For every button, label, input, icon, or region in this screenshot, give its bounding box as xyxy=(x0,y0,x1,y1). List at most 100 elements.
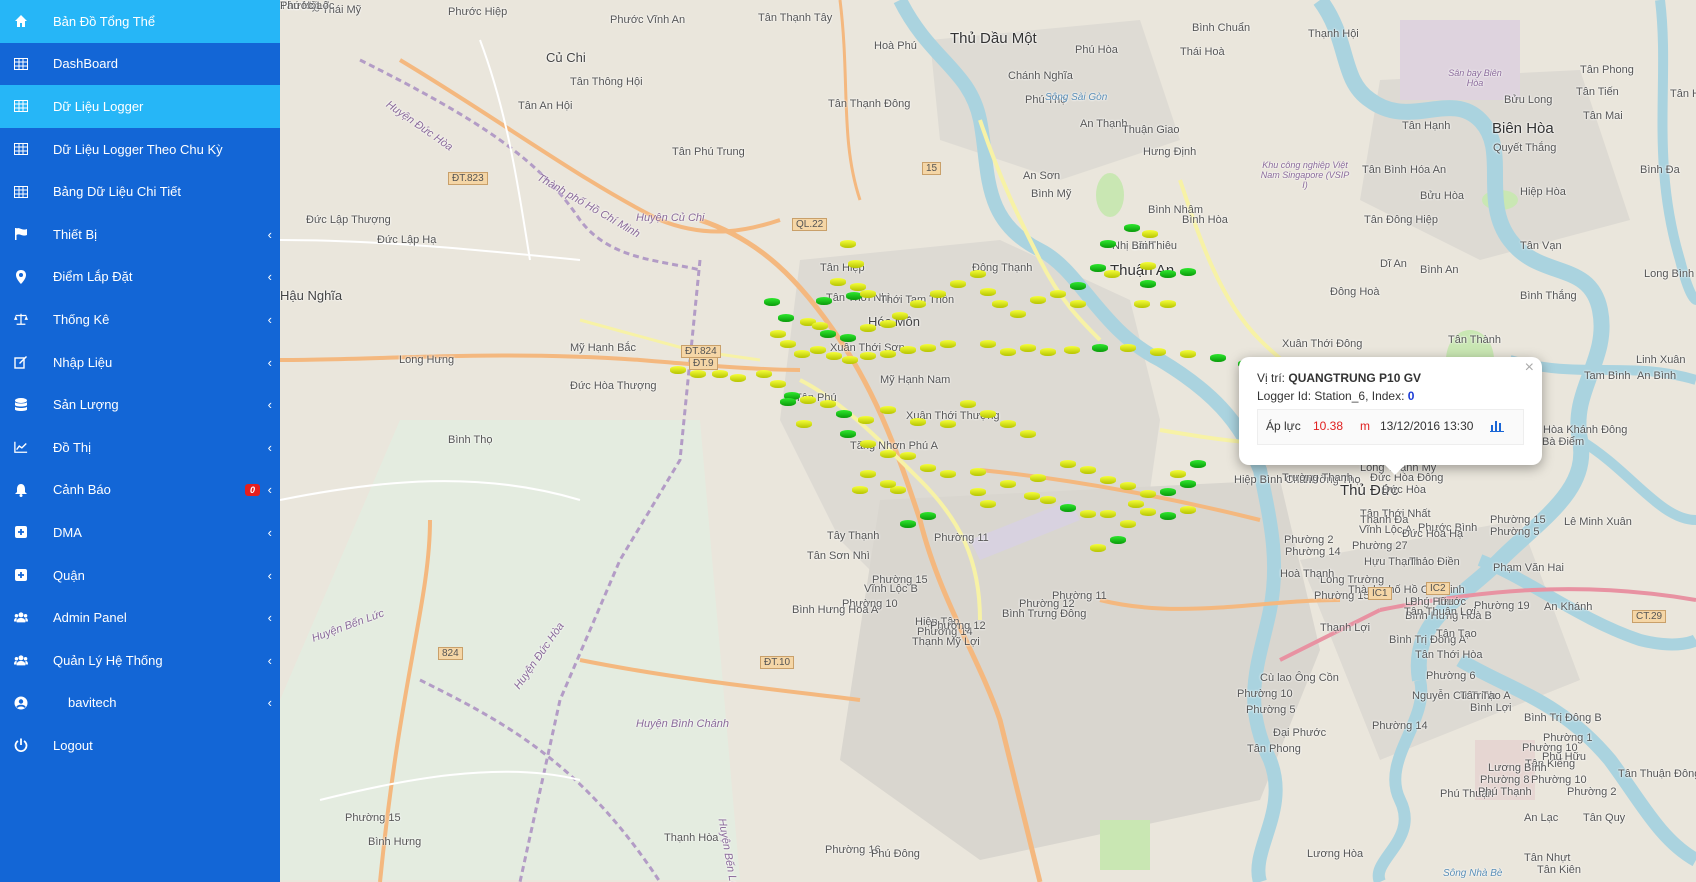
chevron-left-icon[interactable]: ‹ xyxy=(268,355,272,370)
logger-marker[interactable] xyxy=(1024,492,1040,500)
logger-marker[interactable] xyxy=(780,398,796,406)
logger-marker[interactable] xyxy=(892,312,908,320)
logger-marker[interactable] xyxy=(1080,466,1096,474)
logger-marker[interactable] xyxy=(880,320,896,328)
logger-marker[interactable] xyxy=(810,346,826,354)
logger-marker[interactable] xyxy=(900,520,916,528)
sidebar-item-10[interactable]: Đồ Thị ‹ xyxy=(0,426,280,469)
logger-marker[interactable] xyxy=(920,464,936,472)
logger-marker[interactable] xyxy=(1140,508,1156,516)
logger-marker[interactable] xyxy=(980,288,996,296)
logger-marker[interactable] xyxy=(1060,504,1076,512)
logger-marker[interactable] xyxy=(1142,230,1158,238)
logger-marker[interactable] xyxy=(1150,348,1166,356)
logger-marker[interactable] xyxy=(1110,536,1126,544)
logger-marker[interactable] xyxy=(860,440,876,448)
logger-marker[interactable] xyxy=(1120,344,1136,352)
sidebar-item-3[interactable]: Dữ Liệu Logger Theo Chu Kỳ xyxy=(0,128,280,171)
logger-marker[interactable] xyxy=(1210,354,1226,362)
logger-marker[interactable] xyxy=(690,370,706,378)
logger-marker[interactable] xyxy=(920,344,936,352)
logger-marker[interactable] xyxy=(852,486,868,494)
logger-marker[interactable] xyxy=(820,400,836,408)
logger-marker[interactable] xyxy=(1140,262,1156,270)
sidebar-item-7[interactable]: Thống Kê ‹ xyxy=(0,298,280,341)
logger-marker[interactable] xyxy=(980,500,996,508)
logger-marker[interactable] xyxy=(1160,300,1176,308)
sidebar-item-8[interactable]: Nhập Liệu ‹ xyxy=(0,341,280,384)
logger-marker[interactable] xyxy=(880,350,896,358)
chevron-left-icon[interactable]: ‹ xyxy=(268,568,272,583)
logger-marker[interactable] xyxy=(1070,282,1086,290)
logger-marker[interactable] xyxy=(1170,470,1186,478)
sidebar-item-6[interactable]: Điểm Lắp Đặt ‹ xyxy=(0,256,280,299)
logger-marker[interactable] xyxy=(860,352,876,360)
logger-marker[interactable] xyxy=(1134,300,1150,308)
logger-marker[interactable] xyxy=(860,470,876,478)
sidebar-item-4[interactable]: Bảng Dữ Liệu Chi Tiết xyxy=(0,170,280,213)
logger-marker[interactable] xyxy=(860,324,876,332)
logger-marker[interactable] xyxy=(826,352,842,360)
logger-marker[interactable] xyxy=(1190,460,1206,468)
chevron-left-icon[interactable]: ‹ xyxy=(268,269,272,284)
logger-marker[interactable] xyxy=(970,488,986,496)
logger-marker[interactable] xyxy=(1030,474,1046,482)
sidebar-item-16[interactable]: bavitech ‹ xyxy=(0,682,280,725)
logger-marker[interactable] xyxy=(830,278,846,286)
logger-marker[interactable] xyxy=(1080,510,1096,518)
logger-marker[interactable] xyxy=(1140,280,1156,288)
logger-marker[interactable] xyxy=(1100,476,1116,484)
logger-marker[interactable] xyxy=(880,480,896,488)
logger-marker[interactable] xyxy=(778,314,794,322)
logger-marker[interactable] xyxy=(1180,480,1196,488)
logger-marker[interactable] xyxy=(670,366,686,374)
logger-marker[interactable] xyxy=(1000,348,1016,356)
logger-marker[interactable] xyxy=(1180,268,1196,276)
logger-marker[interactable] xyxy=(970,270,986,278)
chevron-left-icon[interactable]: ‹ xyxy=(268,610,272,625)
chevron-left-icon[interactable]: ‹ xyxy=(268,482,272,497)
logger-marker[interactable] xyxy=(1070,300,1086,308)
logger-marker[interactable] xyxy=(812,322,828,330)
logger-marker[interactable] xyxy=(770,380,786,388)
logger-marker[interactable] xyxy=(1100,510,1116,518)
logger-marker[interactable] xyxy=(1020,344,1036,352)
logger-marker[interactable] xyxy=(930,290,946,298)
logger-marker[interactable] xyxy=(1040,348,1056,356)
logger-marker[interactable] xyxy=(796,420,812,428)
logger-marker[interactable] xyxy=(960,400,976,408)
logger-marker[interactable] xyxy=(970,468,986,476)
logger-marker[interactable] xyxy=(980,340,996,348)
logger-marker[interactable] xyxy=(756,370,772,378)
logger-marker[interactable] xyxy=(910,300,926,308)
logger-marker[interactable] xyxy=(1000,480,1016,488)
logger-marker[interactable] xyxy=(800,396,816,404)
logger-marker[interactable] xyxy=(794,350,810,358)
map-view[interactable]: Thái Mỹ Phước Hiệp Phước Vĩnh An Tân Thạnh … xyxy=(280,0,1696,882)
logger-marker[interactable] xyxy=(1160,488,1176,496)
logger-marker[interactable] xyxy=(1128,500,1144,508)
logger-marker[interactable] xyxy=(730,374,746,382)
logger-marker[interactable] xyxy=(1090,544,1106,552)
logger-marker[interactable] xyxy=(1000,420,1016,428)
chevron-left-icon[interactable]: ‹ xyxy=(268,397,272,412)
logger-marker[interactable] xyxy=(1064,346,1080,354)
chevron-left-icon[interactable]: ‹ xyxy=(268,440,272,455)
sidebar-item-14[interactable]: Admin Panel ‹ xyxy=(0,596,280,639)
sidebar-item-17[interactable]: Logout xyxy=(0,724,280,767)
logger-marker[interactable] xyxy=(840,240,856,248)
logger-marker[interactable] xyxy=(880,406,896,414)
sidebar-item-15[interactable]: Quản Lý Hệ Thống ‹ xyxy=(0,639,280,682)
logger-marker[interactable] xyxy=(820,330,836,338)
logger-marker[interactable] xyxy=(1120,482,1136,490)
logger-marker[interactable] xyxy=(940,340,956,348)
logger-marker[interactable] xyxy=(900,346,916,354)
logger-marker[interactable] xyxy=(940,420,956,428)
sidebar-item-12[interactable]: DMA ‹ xyxy=(0,511,280,554)
sidebar-item-5[interactable]: Thiết Bị ‹ xyxy=(0,213,280,256)
logger-marker[interactable] xyxy=(712,370,728,378)
sidebar-item-0[interactable]: Bản Đồ Tổng Thể xyxy=(0,0,280,43)
logger-marker[interactable] xyxy=(880,450,896,458)
logger-marker[interactable] xyxy=(910,418,926,426)
logger-marker[interactable] xyxy=(1020,430,1036,438)
